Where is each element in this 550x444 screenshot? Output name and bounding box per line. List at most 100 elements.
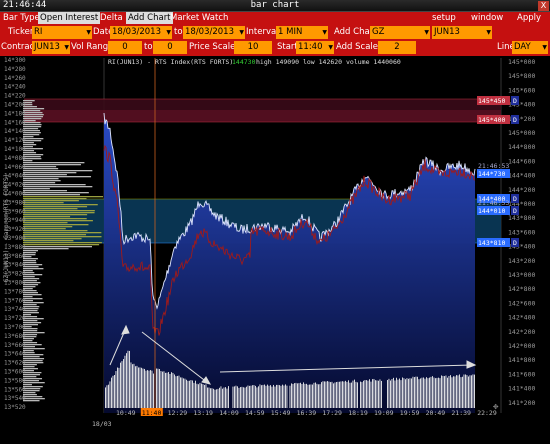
- crosshair-icon[interactable]: ✥: [493, 402, 499, 412]
- price-chart[interactable]: GZ(JUN13) - Gazprom(RTS FORTS) RI(JUN13)…: [0, 56, 550, 440]
- add-scale-input[interactable]: 2: [378, 41, 416, 54]
- volume-bar: [351, 382, 352, 408]
- volume-profile-bar: [23, 358, 45, 360]
- volume-bar: [193, 382, 195, 408]
- volume-bar: [265, 385, 267, 408]
- volume-bar: [378, 380, 379, 408]
- price-scale-label: Price Scale: [189, 42, 236, 52]
- vol-to-input[interactable]: 0: [153, 41, 187, 54]
- apply-button[interactable]: Apply: [517, 12, 541, 24]
- volume-bar: [409, 378, 411, 408]
- menu-delta[interactable]: Delta: [100, 12, 123, 24]
- resistance-band-2: [24, 110, 501, 122]
- interval-label: Interval: [246, 27, 279, 37]
- price-tag-label: 145*400: [478, 116, 505, 124]
- price-tag-flag-label: D: [513, 97, 517, 105]
- volume-bar: [145, 370, 147, 408]
- volume-bar: [340, 381, 342, 408]
- menu-market-watch[interactable]: Market Watch: [170, 12, 228, 24]
- volume-profile-bar: [23, 244, 100, 246]
- volume-bar: [328, 381, 330, 408]
- volume-profile-bar: [23, 168, 59, 170]
- chart-area[interactable]: GZ(JUN13) - Gazprom(RTS FORTS) RI(JUN13)…: [0, 56, 550, 440]
- volume-bar: [135, 366, 136, 408]
- volume-bar: [268, 385, 270, 408]
- volume-profile-bar: [23, 264, 43, 266]
- volume-bar: [283, 385, 285, 408]
- date-to-select[interactable]: 18/03/2013 ▼: [183, 26, 245, 39]
- add-chart-select[interactable]: GZ ▼: [370, 26, 430, 39]
- volume-bar: [423, 377, 424, 408]
- volume-bar: [108, 384, 109, 408]
- date-from-select[interactable]: 18/03/2013 ▼: [110, 26, 172, 39]
- volume-bar: [276, 384, 277, 408]
- right-tick-label: 142*000: [508, 342, 535, 350]
- volume-bar: [397, 379, 399, 408]
- volume-bar: [343, 381, 345, 408]
- time-tick-label: 10:49: [116, 409, 136, 417]
- volume-bar: [433, 377, 435, 408]
- menu-bar: Bar Type Open Interest Delta Add Chart M…: [0, 12, 550, 24]
- volume-bar: [280, 385, 282, 408]
- left-tick-label: 14*080: [4, 155, 26, 162]
- volume-bar: [112, 375, 114, 408]
- right-tick-label: 145*000: [508, 129, 535, 137]
- left-tick-label: 13*740: [4, 306, 26, 313]
- vol-from-input[interactable]: 0: [108, 41, 142, 54]
- volume-bar: [312, 384, 313, 408]
- menu-add-chart[interactable]: Add Chart: [126, 12, 173, 24]
- volume-bar: [202, 384, 204, 408]
- volume-bar: [309, 384, 310, 408]
- chevron-down-icon: ▼: [424, 29, 429, 36]
- volume-bar: [159, 368, 160, 408]
- menu-open-interest[interactable]: Open Interest: [38, 12, 101, 24]
- volume-bar: [379, 379, 381, 408]
- volume-bar: [139, 367, 141, 408]
- time-tick-label: 13:19: [193, 409, 213, 417]
- volume-profile-bar: [23, 204, 98, 206]
- close-icon[interactable]: X: [538, 1, 549, 11]
- volume-profile-bar: [23, 378, 43, 380]
- volume-bar: [235, 385, 237, 408]
- start-select[interactable]: 11:40 ▼: [296, 41, 334, 54]
- volume-profile-bar: [23, 124, 42, 126]
- volume-bar: [387, 380, 388, 408]
- menu-bar-type[interactable]: Bar Type: [3, 12, 40, 24]
- line-value: DAY: [514, 42, 531, 52]
- volume-profile-bar: [23, 108, 45, 110]
- volume-bar: [250, 385, 252, 408]
- volume-bar: [126, 353, 127, 408]
- contract-select[interactable]: JUN13 ▼: [32, 41, 70, 54]
- ticker-select[interactable]: RI ▼: [32, 26, 92, 39]
- volume-bar: [270, 385, 271, 408]
- volume-bar: [303, 382, 304, 408]
- date-to-label: to: [174, 27, 183, 37]
- volume-profile-bar: [23, 360, 43, 362]
- volume-profile-bar: [23, 148, 43, 150]
- left-tick-label: 13*620: [4, 360, 26, 367]
- volume-profile-bar: [23, 386, 43, 388]
- line-select[interactable]: DAY ▼: [512, 41, 548, 54]
- volume-bar: [447, 377, 448, 408]
- volume-bar: [294, 383, 295, 408]
- volume-bar: [460, 377, 462, 408]
- volume-bar: [267, 384, 268, 408]
- add-chart-contract-value: JUN13: [434, 27, 460, 37]
- time-tick-label: 18:19: [348, 409, 368, 417]
- interval-select[interactable]: 1 MIN ▼: [276, 26, 328, 39]
- volume-bar: [219, 387, 220, 408]
- right-tick-label: 144*800: [508, 143, 535, 151]
- volume-bar: [247, 385, 249, 408]
- add-chart-contract-select[interactable]: JUN13 ▼: [432, 26, 492, 39]
- volume-profile-bar: [23, 196, 104, 198]
- volume-bar: [376, 380, 378, 408]
- volume-bar: [415, 376, 417, 408]
- chevron-down-icon: ▼: [486, 29, 491, 36]
- price-scale-input[interactable]: 10: [234, 41, 272, 54]
- time-tick-label: 17:29: [322, 409, 342, 417]
- menu-setup[interactable]: setup: [432, 12, 456, 24]
- volume-bar: [345, 380, 346, 408]
- menu-window[interactable]: window: [471, 12, 503, 24]
- volume-profile-bar: [23, 184, 86, 186]
- left-tick-label: 13*860: [4, 253, 26, 260]
